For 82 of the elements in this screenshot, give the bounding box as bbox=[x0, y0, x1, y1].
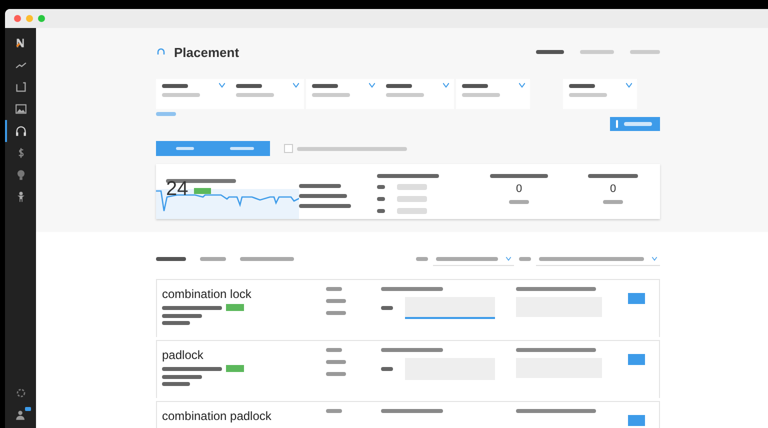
zoom-button[interactable] bbox=[38, 15, 45, 22]
checkbox[interactable] bbox=[284, 144, 293, 153]
caret-icon bbox=[219, 83, 225, 88]
blurred-text bbox=[386, 93, 424, 97]
blurred-text bbox=[536, 50, 564, 54]
blurred-text bbox=[162, 93, 200, 97]
blurred-text bbox=[156, 257, 186, 261]
toggle-segment[interactable] bbox=[213, 141, 270, 156]
blurred-text bbox=[569, 84, 595, 88]
blurred-text bbox=[156, 112, 176, 116]
blurred-text bbox=[240, 257, 294, 261]
blurred-text bbox=[162, 382, 190, 386]
blurred-text bbox=[166, 178, 236, 183]
blurred-text bbox=[326, 360, 346, 364]
apply-button[interactable] bbox=[610, 117, 660, 131]
blurred-text bbox=[603, 200, 623, 204]
blurred-text bbox=[381, 306, 393, 310]
blurred-text bbox=[462, 93, 500, 97]
blurred-text bbox=[416, 257, 428, 261]
blurred-text bbox=[312, 93, 350, 97]
toggle-segment[interactable] bbox=[156, 141, 213, 156]
headphones-icon bbox=[14, 124, 28, 138]
blurred-text bbox=[381, 409, 443, 413]
blurred-text bbox=[436, 256, 498, 260]
caret-icon bbox=[626, 83, 632, 88]
blurred-text bbox=[509, 200, 529, 204]
count-value: 0 bbox=[516, 183, 522, 195]
product-title: combination lock bbox=[162, 287, 252, 301]
status-tag bbox=[397, 196, 427, 202]
blurred-text bbox=[519, 257, 531, 261]
caret-icon bbox=[369, 83, 375, 88]
close-button[interactable] bbox=[14, 15, 21, 22]
blurred-text bbox=[326, 348, 342, 352]
blurred-text bbox=[236, 84, 262, 88]
blurred-text bbox=[326, 299, 346, 303]
image-icon bbox=[14, 102, 28, 116]
blurred-text bbox=[326, 372, 346, 376]
blurred-text bbox=[490, 174, 548, 178]
user-icon bbox=[14, 408, 28, 422]
blurred-text bbox=[162, 314, 202, 318]
blurred-text bbox=[312, 84, 338, 88]
blurred-text bbox=[299, 194, 347, 198]
caret-icon bbox=[293, 83, 299, 88]
blurred-text bbox=[299, 184, 341, 188]
blurred-text bbox=[162, 366, 222, 370]
blurred-text bbox=[236, 93, 274, 97]
headphones-icon bbox=[156, 47, 166, 57]
blurred-text bbox=[162, 321, 190, 325]
blurred-text bbox=[381, 348, 443, 352]
blurred-text bbox=[569, 93, 607, 97]
box-icon bbox=[14, 80, 28, 94]
status-tag bbox=[397, 208, 427, 214]
blurred-text bbox=[630, 50, 660, 54]
caret-icon bbox=[652, 256, 657, 260]
product-title: combination padlock bbox=[162, 409, 272, 423]
blurred-text bbox=[162, 84, 188, 88]
trend-badge bbox=[194, 188, 211, 194]
caret-icon bbox=[443, 83, 449, 88]
product-title: padlock bbox=[162, 348, 204, 362]
blurred-text bbox=[377, 174, 439, 178]
score-value: 24 bbox=[166, 179, 188, 199]
blurred-text bbox=[162, 306, 222, 310]
score-badge bbox=[226, 365, 244, 372]
blurred-text bbox=[462, 84, 488, 88]
page-title: Placement bbox=[174, 44, 240, 60]
blurred-text bbox=[588, 174, 638, 178]
blurred-text bbox=[326, 311, 346, 315]
blurred-text bbox=[162, 375, 202, 379]
count-value: 0 bbox=[610, 183, 616, 195]
blurred-text bbox=[200, 257, 226, 261]
blurred-text bbox=[326, 409, 342, 413]
blurred-text bbox=[381, 287, 443, 291]
blurred-text bbox=[326, 287, 342, 291]
caret-icon bbox=[519, 83, 525, 88]
tab[interactable] bbox=[156, 257, 186, 261]
caret-icon bbox=[506, 256, 511, 260]
blurred-text bbox=[580, 50, 614, 54]
status-tag bbox=[397, 184, 427, 190]
blurred-text bbox=[386, 84, 412, 88]
blurred-text bbox=[299, 204, 351, 208]
blurred-text bbox=[381, 367, 393, 371]
score-badge bbox=[226, 304, 244, 311]
